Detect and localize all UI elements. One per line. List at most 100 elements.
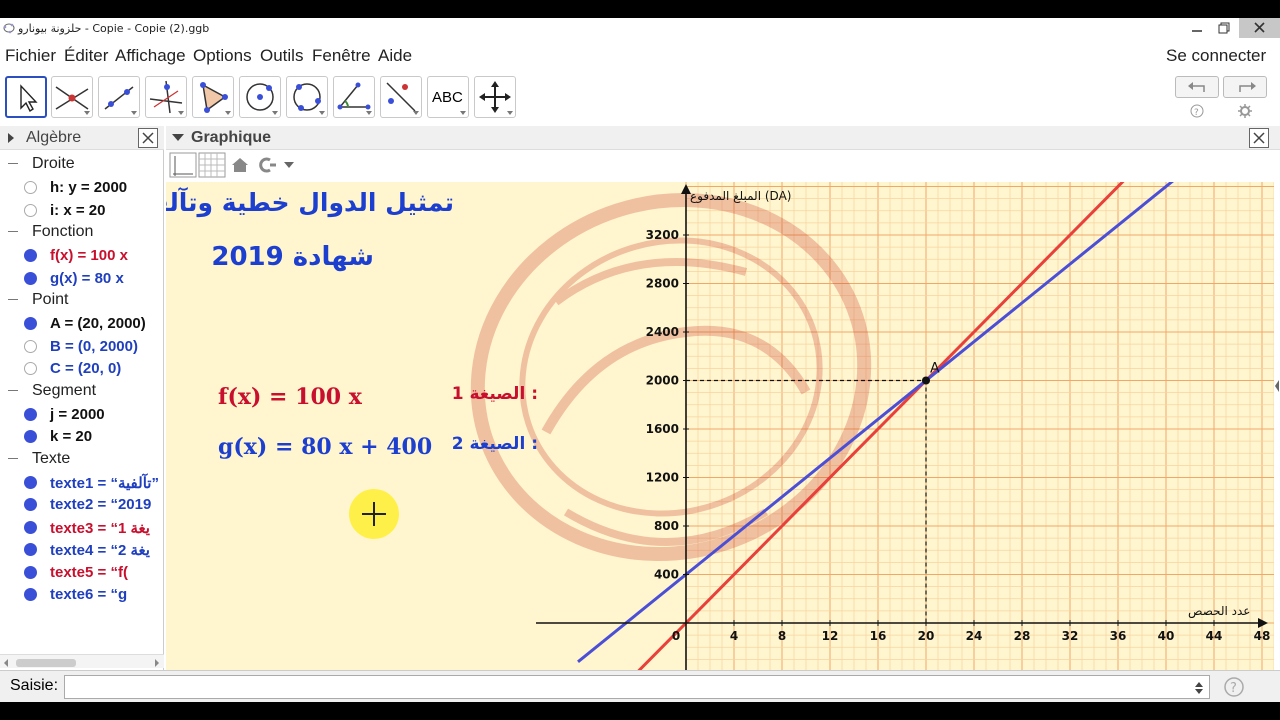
algebra-item[interactable]: A = (20, 2000) bbox=[0, 313, 162, 335]
move-graphics-view-button[interactable] bbox=[474, 76, 516, 118]
y-tick-label: 3200 bbox=[646, 228, 679, 242]
home-icon[interactable] bbox=[230, 156, 250, 174]
visibility-toggle[interactable] bbox=[24, 498, 37, 511]
x-tick-label: 24 bbox=[966, 629, 983, 643]
circle-three-points-tool-button[interactable] bbox=[286, 76, 328, 118]
visibility-toggle[interactable] bbox=[24, 203, 37, 217]
input-field[interactable] bbox=[64, 675, 1210, 699]
close-window-button[interactable] bbox=[1239, 18, 1280, 38]
algebra-group-fonction[interactable]: Fonction bbox=[0, 222, 164, 244]
close-graphics-button[interactable] bbox=[1249, 128, 1269, 148]
toggle-grid-icon[interactable] bbox=[198, 152, 226, 178]
minimize-button[interactable] bbox=[1183, 18, 1211, 38]
toggle-axes-icon[interactable] bbox=[169, 152, 197, 178]
algebra-item[interactable]: i: x = 20 bbox=[0, 200, 162, 222]
collapse-minus-icon[interactable] bbox=[8, 163, 18, 164]
perspectives-sidebar[interactable] bbox=[1274, 182, 1280, 670]
y-tick-label: 2800 bbox=[646, 277, 679, 291]
point-tool-button[interactable] bbox=[51, 76, 93, 118]
line-tool-button[interactable] bbox=[98, 76, 140, 118]
window-title: حلزونة بيونارو - Copie - Copie (2).ggb bbox=[18, 22, 210, 35]
visibility-toggle[interactable] bbox=[24, 565, 37, 579]
visibility-toggle[interactable] bbox=[24, 339, 37, 353]
polygon-tool-button[interactable] bbox=[192, 76, 234, 118]
algebra-group-texte[interactable]: Texte bbox=[0, 449, 164, 471]
y-tick-label: 800 bbox=[654, 519, 679, 533]
redo-button[interactable] bbox=[1223, 76, 1267, 98]
visibility-toggle[interactable] bbox=[24, 249, 37, 262]
algebra-item-text: f(x) = 100 x bbox=[50, 247, 128, 264]
text-tool-button[interactable]: ABC bbox=[427, 76, 469, 118]
visibility-toggle[interactable] bbox=[24, 362, 37, 375]
input-help-icon[interactable]: ? bbox=[1224, 677, 1244, 697]
close-icon bbox=[1253, 132, 1265, 144]
visibility-toggle[interactable] bbox=[24, 588, 37, 601]
algebra-item-text: C = (20, 0) bbox=[50, 360, 122, 377]
x-tick-label: 0 bbox=[672, 629, 680, 643]
algebra-group-point[interactable]: Point bbox=[0, 290, 164, 312]
help-icon[interactable]: ? bbox=[1190, 104, 1204, 118]
x-tick-label: 40 bbox=[1158, 629, 1175, 643]
visibility-toggle[interactable] bbox=[24, 475, 37, 489]
sign-in-link[interactable]: Se connecter bbox=[1166, 46, 1266, 66]
menu-fenetre[interactable]: Fenêtre bbox=[312, 46, 371, 66]
angle-tool-button[interactable] bbox=[333, 76, 375, 118]
algebra-item[interactable]: texte2 = “2019 bbox=[0, 494, 162, 516]
point-a bbox=[922, 376, 930, 385]
close-algebra-button[interactable] bbox=[138, 128, 158, 148]
input-history-arrows-icon[interactable] bbox=[1195, 682, 1203, 694]
collapse-minus-icon[interactable] bbox=[8, 389, 18, 391]
collapse-minus-icon[interactable] bbox=[8, 299, 18, 300]
menu-editer[interactable]: Éditer bbox=[64, 46, 108, 66]
menu-fichier[interactable]: Fichier bbox=[5, 46, 56, 66]
algebra-group-label: Segment bbox=[32, 381, 97, 399]
y-tick-label: 400 bbox=[654, 568, 679, 582]
algebra-item[interactable]: B = (0, 2000) bbox=[0, 336, 162, 358]
menu-affichage[interactable]: Affichage bbox=[115, 46, 186, 66]
menu-outils[interactable]: Outils bbox=[260, 46, 303, 66]
algebra-item[interactable]: texte3 = “1 يغة bbox=[0, 517, 162, 539]
algebra-item[interactable]: f(x) = 100 x bbox=[0, 245, 162, 267]
x-tick-label: 20 bbox=[918, 629, 935, 643]
algebra-group-droite[interactable]: Droite bbox=[0, 154, 164, 176]
visibility-toggle[interactable] bbox=[24, 181, 37, 194]
algebra-item[interactable]: g(x) = 80 x bbox=[0, 268, 162, 290]
algebra-item[interactable]: k = 20 bbox=[0, 426, 162, 448]
close-icon bbox=[142, 132, 154, 144]
collapse-minus-icon[interactable] bbox=[8, 457, 18, 459]
graphics-view[interactable]: 0 4 8 12 16 20 24 28 32 36 40 44 48 400 800 1200 1600 200… bbox=[166, 182, 1274, 670]
algebra-view: Algèbre Droite h: y = 2000 i: x = 20 Foncti… bbox=[0, 126, 164, 670]
menu-aide[interactable]: Aide bbox=[378, 46, 412, 66]
perpendicular-tool-button[interactable] bbox=[145, 76, 187, 118]
settings-gear-icon[interactable] bbox=[1238, 104, 1252, 118]
collapse-triangle-icon[interactable] bbox=[172, 134, 184, 142]
collapse-minus-icon[interactable] bbox=[8, 231, 18, 232]
algebra-item-text: k = 20 bbox=[50, 428, 93, 445]
algebra-item[interactable]: h: y = 2000 bbox=[0, 177, 162, 199]
algebra-group-segment[interactable]: Segment bbox=[0, 381, 164, 403]
menu-options[interactable]: Options bbox=[193, 46, 252, 66]
y-axis-label: المبلغ المدفوع (DA) bbox=[690, 189, 791, 204]
maximize-button[interactable] bbox=[1211, 18, 1239, 38]
algebra-item[interactable]: C = (20, 0) bbox=[0, 358, 162, 380]
undo-button[interactable] bbox=[1175, 76, 1219, 98]
algebra-horizontal-scrollbar[interactable] bbox=[0, 654, 164, 668]
algebra-item[interactable]: j = 2000 bbox=[0, 404, 162, 426]
visibility-toggle[interactable] bbox=[24, 271, 37, 285]
algebra-item[interactable]: texte1 = “تآلفية” bbox=[0, 472, 162, 494]
point-capturing-icon[interactable] bbox=[256, 156, 296, 174]
algebra-item[interactable]: texte5 = “f( bbox=[0, 562, 162, 584]
visibility-toggle[interactable] bbox=[24, 407, 37, 421]
reflect-tool-button[interactable] bbox=[380, 76, 422, 118]
collapse-triangle-icon[interactable] bbox=[7, 132, 15, 144]
algebra-item-text: texte5 = “f( bbox=[50, 563, 128, 581]
move-tool-button[interactable] bbox=[5, 76, 47, 118]
visibility-toggle[interactable] bbox=[24, 543, 37, 556]
visibility-toggle[interactable] bbox=[24, 317, 37, 330]
redo-icon bbox=[1239, 82, 1256, 92]
visibility-toggle[interactable] bbox=[24, 430, 37, 443]
algebra-item[interactable]: texte6 = “g bbox=[0, 584, 162, 606]
algebra-item[interactable]: texte4 = “2 يغة bbox=[0, 539, 162, 561]
circle-tool-button[interactable] bbox=[239, 76, 281, 118]
visibility-toggle[interactable] bbox=[24, 520, 37, 534]
